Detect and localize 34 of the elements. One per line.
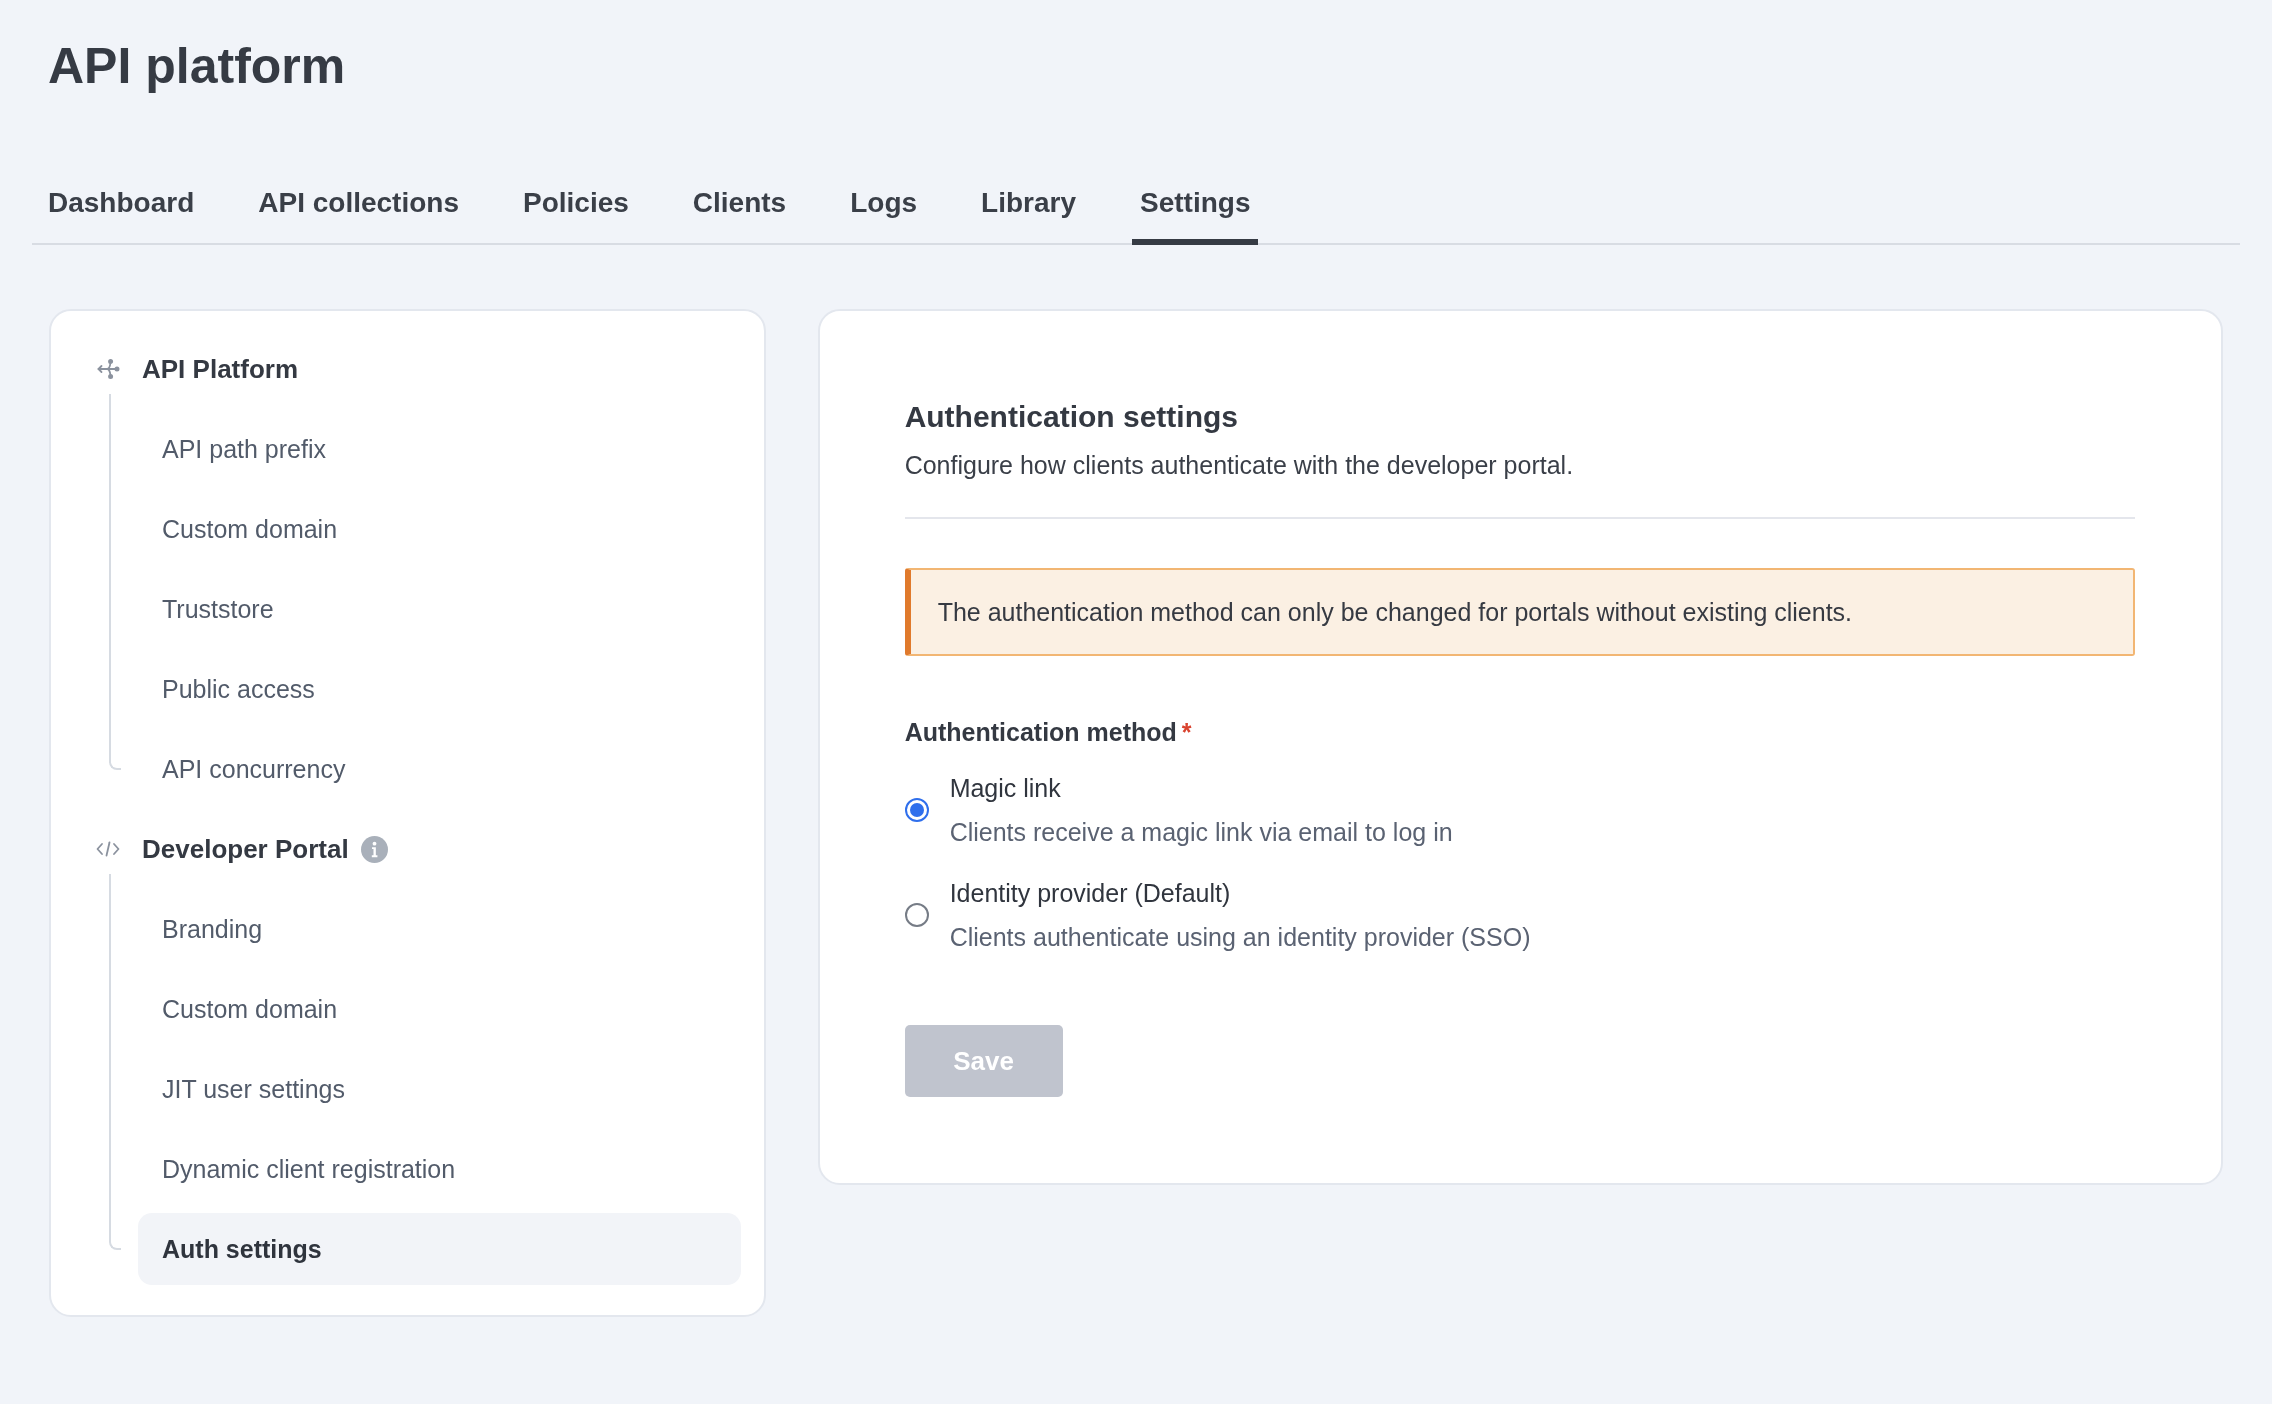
sidebar-item[interactable]: Dynamic client registration — [138, 1133, 741, 1205]
sidebar-item[interactable]: API concurrency — [138, 733, 741, 805]
code-icon — [96, 841, 120, 857]
sidebar-item[interactable]: Public access — [138, 653, 741, 725]
radio-button[interactable] — [904, 798, 929, 822]
alert-text: The authentication method can only be changed for portals without existing clients. — [937, 597, 1853, 628]
sidebar-item[interactable]: Truststore — [138, 573, 741, 645]
option-description: Clients authenticate using an identity provider (SSO) — [949, 922, 1531, 953]
nav-tab[interactable]: Settings — [1132, 186, 1259, 245]
option-label[interactable]: Magic link — [949, 771, 1061, 805]
panel-title: Authentication settings — [904, 399, 1238, 435]
sidebar-item[interactable]: Auth settings — [138, 1213, 741, 1285]
panel-description: Configure how clients authenticate with the developer portal. — [904, 450, 1574, 481]
option-label[interactable]: Identity provider (Default) — [949, 876, 1231, 910]
nav-tab[interactable]: Library — [973, 186, 1084, 245]
page-title: API platform — [48, 37, 346, 96]
nav-tab[interactable]: Dashboard — [40, 186, 203, 245]
section-heading: API Platform — [142, 353, 299, 386]
radio-button[interactable] — [904, 903, 929, 927]
nav-tab[interactable]: API collections — [250, 186, 467, 245]
sidebar-item[interactable]: Custom domain — [138, 973, 741, 1045]
nav-tab[interactable]: Policies — [514, 186, 637, 245]
branching-arrows-icon — [96, 357, 120, 381]
sidebar-item[interactable]: Branding — [138, 893, 741, 965]
option-description: Clients receive a magic link via email to log in — [949, 817, 1453, 848]
sidebar-item[interactable]: Custom domain — [138, 493, 741, 565]
sidebar-item[interactable]: API path prefix — [138, 413, 741, 485]
field-label: Authentication method — [904, 717, 1177, 748]
sidebar-item[interactable]: JIT user settings — [138, 1053, 741, 1125]
nav-tab[interactable]: Logs — [842, 186, 926, 245]
required-mark: * — [1181, 717, 1192, 748]
nav-tab[interactable]: Clients — [684, 186, 795, 245]
section-heading: Developer Portal — [142, 833, 349, 866]
info-icon[interactable] — [360, 835, 388, 863]
